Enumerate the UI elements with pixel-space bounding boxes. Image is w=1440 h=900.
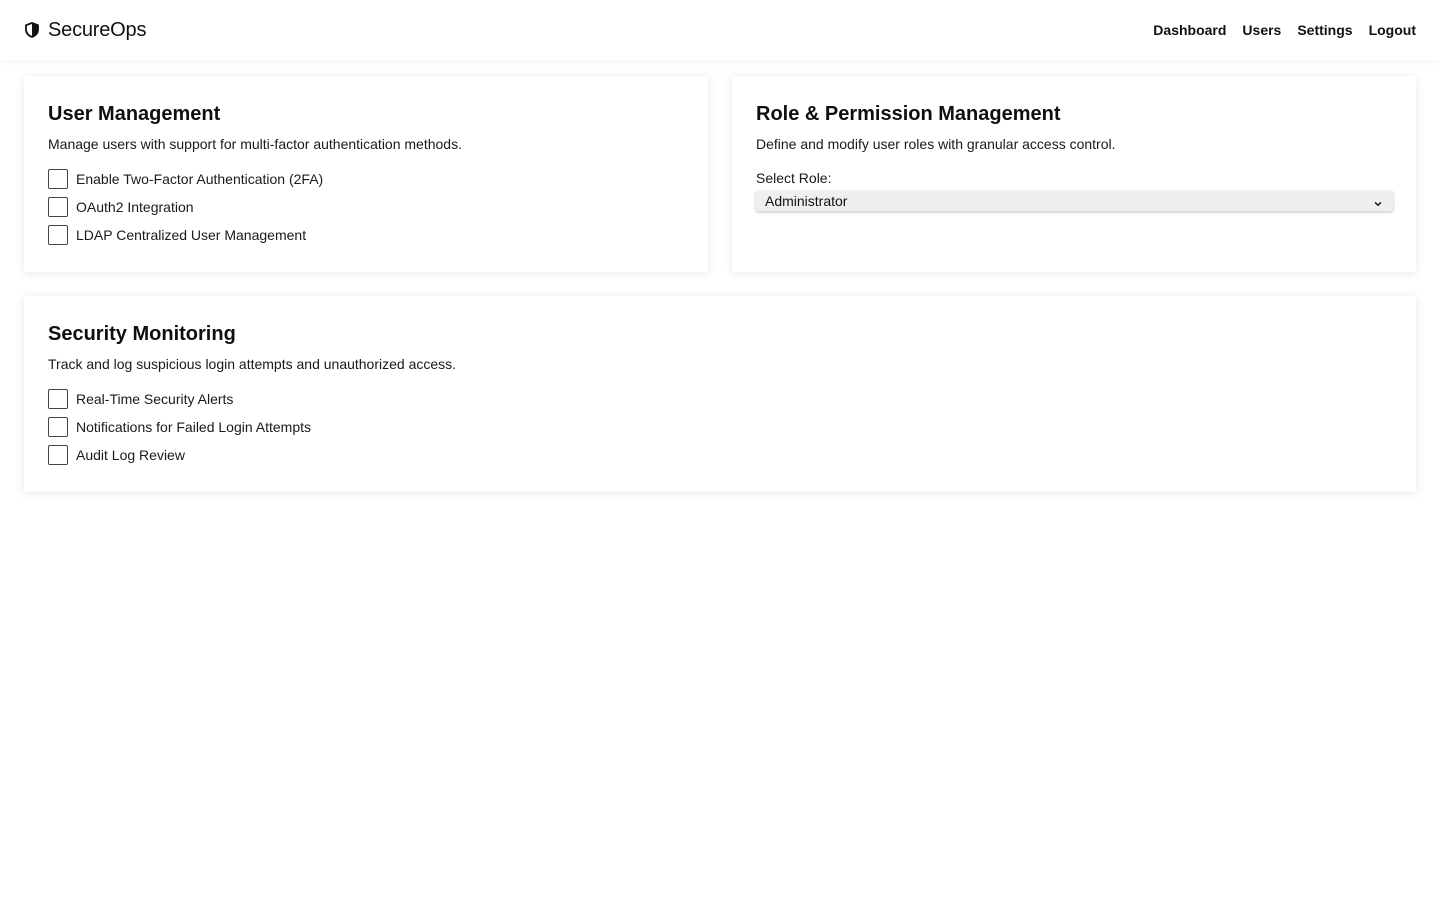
- card-title: Role & Permission Management: [756, 103, 1061, 125]
- card-description: Track and log suspicious login attempts …: [48, 356, 457, 372]
- checkbox-label[interactable]: Notifications for Failed Login Attempts: [76, 419, 311, 435]
- checkbox-oauth2[interactable]: [48, 197, 68, 217]
- option-oauth2[interactable]: OAuth2 Integration: [48, 197, 684, 217]
- checkbox-ldap[interactable]: [48, 225, 68, 245]
- option-ldap[interactable]: LDAP Centralized User Management: [48, 225, 684, 245]
- checkbox-label[interactable]: OAuth2 Integration: [76, 199, 194, 215]
- nav-link-settings[interactable]: Settings: [1297, 22, 1352, 38]
- card-title: Security Monitoring: [48, 323, 236, 345]
- role-select-value: Administrator: [765, 193, 848, 209]
- checkbox-label[interactable]: LDAP Centralized User Management: [76, 227, 306, 243]
- nav-link-logout[interactable]: Logout: [1369, 22, 1416, 38]
- option-audit-log-review[interactable]: Audit Log Review: [48, 445, 1392, 465]
- card-description: Manage users with support for multi-fact…: [48, 136, 462, 152]
- checkbox-realtime-alerts[interactable]: [48, 389, 68, 409]
- navbar: SecureOps Dashboard Users Settings Logou…: [0, 0, 1440, 60]
- checkbox-label[interactable]: Real-Time Security Alerts: [76, 391, 233, 407]
- checkbox-label[interactable]: Audit Log Review: [76, 447, 185, 463]
- chevron-down-icon: [1373, 196, 1383, 206]
- role-permission-card: Role & Permission Management Define and …: [732, 76, 1416, 272]
- card-description: Define and modify user roles with granul…: [756, 136, 1116, 152]
- nav-links: Dashboard Users Settings Logout: [1153, 22, 1416, 38]
- role-select[interactable]: Administrator: [756, 191, 1393, 211]
- option-2fa[interactable]: Enable Two-Factor Authentication (2FA): [48, 169, 684, 189]
- card-title: User Management: [48, 103, 221, 125]
- user-management-card: User Management Manage users with suppor…: [24, 76, 708, 272]
- brand-name: SecureOps: [48, 18, 147, 41]
- brand[interactable]: SecureOps: [24, 19, 146, 42]
- checkbox-audit-log-review[interactable]: [48, 445, 68, 465]
- checkbox-failed-login-notifications[interactable]: [48, 417, 68, 437]
- nav-link-users[interactable]: Users: [1242, 22, 1281, 38]
- option-failed-login-notifications[interactable]: Notifications for Failed Login Attempts: [48, 417, 1392, 437]
- shield-icon: [24, 22, 40, 38]
- checkbox-label[interactable]: Enable Two-Factor Authentication (2FA): [76, 171, 323, 187]
- option-realtime-alerts[interactable]: Real-Time Security Alerts: [48, 389, 1392, 409]
- nav-link-dashboard[interactable]: Dashboard: [1153, 22, 1226, 38]
- security-monitoring-card: Security Monitoring Track and log suspic…: [24, 296, 1416, 492]
- select-role-label: Select Role:: [756, 170, 832, 186]
- checkbox-2fa[interactable]: [48, 169, 68, 189]
